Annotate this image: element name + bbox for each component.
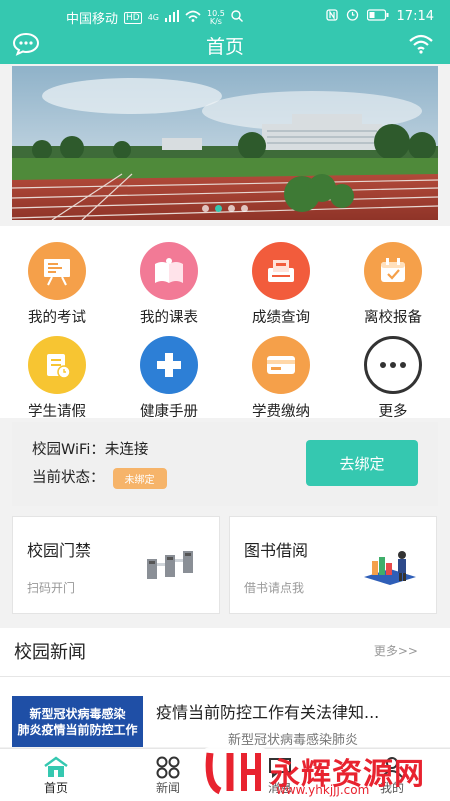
wifi-icon[interactable] [408, 34, 434, 58]
watermark-logo [202, 747, 268, 795]
turnstile-icon [145, 547, 201, 587]
nfc-icon [325, 8, 338, 25]
news-more-link[interactable]: 更多>> [374, 642, 418, 659]
news-list: 新型冠状病毒感染 肺炎疫情当前防控工作 疫情当前防控工作有关法律知... 新型冠… [0, 677, 450, 747]
alarm-icon [346, 8, 359, 25]
payment-icon [252, 336, 310, 394]
banner-dot[interactable] [202, 205, 209, 212]
banner-dot[interactable] [228, 205, 235, 212]
grid-item-more[interactable]: 更多 [337, 324, 449, 420]
more-icon [364, 336, 422, 394]
clock-time: 17:14 [396, 9, 434, 24]
status-label: 当前状态： [32, 470, 105, 486]
grid-item-tuition[interactable]: 学费缴纳 [225, 324, 337, 420]
grid-item-exam[interactable]: 我的考试 [1, 230, 113, 326]
banner-pagination [12, 205, 438, 212]
grid-item-grades[interactable]: 成绩查询 [225, 230, 337, 326]
calendar-icon [364, 242, 422, 300]
library-card[interactable]: 图书借阅 借书请点我 [229, 516, 437, 614]
status-badge: 未绑定 [112, 467, 167, 489]
grid-label-more: 更多 [378, 404, 408, 420]
exam-icon [28, 242, 86, 300]
speed-unit: K/s [209, 16, 222, 26]
site-watermark: 永辉资源网 www.yhkjjj.com [200, 742, 450, 800]
leave-icon [28, 336, 86, 394]
news-item-title[interactable]: 疫情当前防控工作有关法律知... [156, 699, 379, 723]
header-bar: 中国移动 HD 4G 10.5 K/s 17:14 首页 [0, 0, 450, 64]
bind-button[interactable]: 去绑定 [306, 440, 418, 486]
access-card-title: 校园门禁 [27, 541, 92, 560]
access-card-subtitle: 扫码开门 [27, 581, 76, 595]
news-section-title: 校园新闻 [14, 642, 86, 663]
speed-indicator: 10.5 K/s [207, 9, 225, 26]
wifi-label: 校园WiFi： [32, 442, 105, 458]
battery-icon [366, 8, 389, 25]
hd-badge: HD [124, 11, 142, 24]
library-icon [362, 547, 418, 591]
grid-item-leave-report[interactable]: 离校报备 [337, 230, 449, 326]
binding-status-row: 当前状态： 未绑定 [32, 466, 167, 489]
network-label: 4G [147, 13, 160, 22]
wifi-status-icon [185, 10, 201, 26]
grid-item-health[interactable]: 健康手册 [113, 324, 225, 420]
carrier-label: 中国移动 [66, 12, 119, 27]
status-bar: 中国移动 HD 4G 10.5 K/s 17:14 [0, 6, 450, 27]
news-section-header: 校园新闻 更多>> [0, 628, 450, 677]
page-title: 首页 [205, 36, 244, 58]
library-card-title: 图书借阅 [244, 541, 309, 560]
access-control-card[interactable]: 校园门禁 扫码开门 [12, 516, 220, 614]
wifi-status-card: 校园WiFi：未连接 当前状态： 未绑定 去绑定 [12, 422, 438, 506]
grid-label-student-leave: 学生请假 [28, 404, 86, 420]
grid-item-student-leave[interactable]: 学生请假 [1, 324, 113, 420]
health-icon [140, 336, 198, 394]
tab-home[interactable]: 首页 [0, 749, 112, 801]
news-thumb-line2: 肺炎疫情当前防控工作 [17, 723, 138, 737]
grid-label-health: 健康手册 [140, 404, 198, 420]
wifi-connection-row: 校园WiFi：未连接 [32, 438, 148, 459]
campus-banner-image[interactable] [12, 66, 438, 220]
grid-label-tuition: 学费缴纳 [252, 404, 310, 420]
news-thumb-line1: 新型冠状病毒感染 [29, 707, 126, 721]
grid-item-schedule[interactable]: 我的课表 [113, 230, 225, 326]
library-card-subtitle: 借书请点我 [244, 581, 305, 595]
wifi-value: 未连接 [104, 442, 149, 458]
banner-dot[interactable] [215, 205, 222, 212]
home-icon [0, 755, 112, 777]
tab-home-label: 首页 [43, 781, 68, 795]
grades-icon [252, 242, 310, 300]
feature-grid: 我的考试 我的课表 成绩查询 离校报备 学生请假 健康手册 学费缴纳 更多 [0, 226, 450, 420]
banner-dot[interactable] [241, 205, 248, 212]
signal-icon [165, 9, 180, 26]
search-status-icon [231, 9, 243, 26]
news-thumbnail[interactable]: 新型冠状病毒感染 肺炎疫情当前防控工作 [12, 696, 143, 747]
schedule-icon [140, 242, 198, 300]
watermark-url: www.yhkjjj.com [276, 783, 370, 797]
